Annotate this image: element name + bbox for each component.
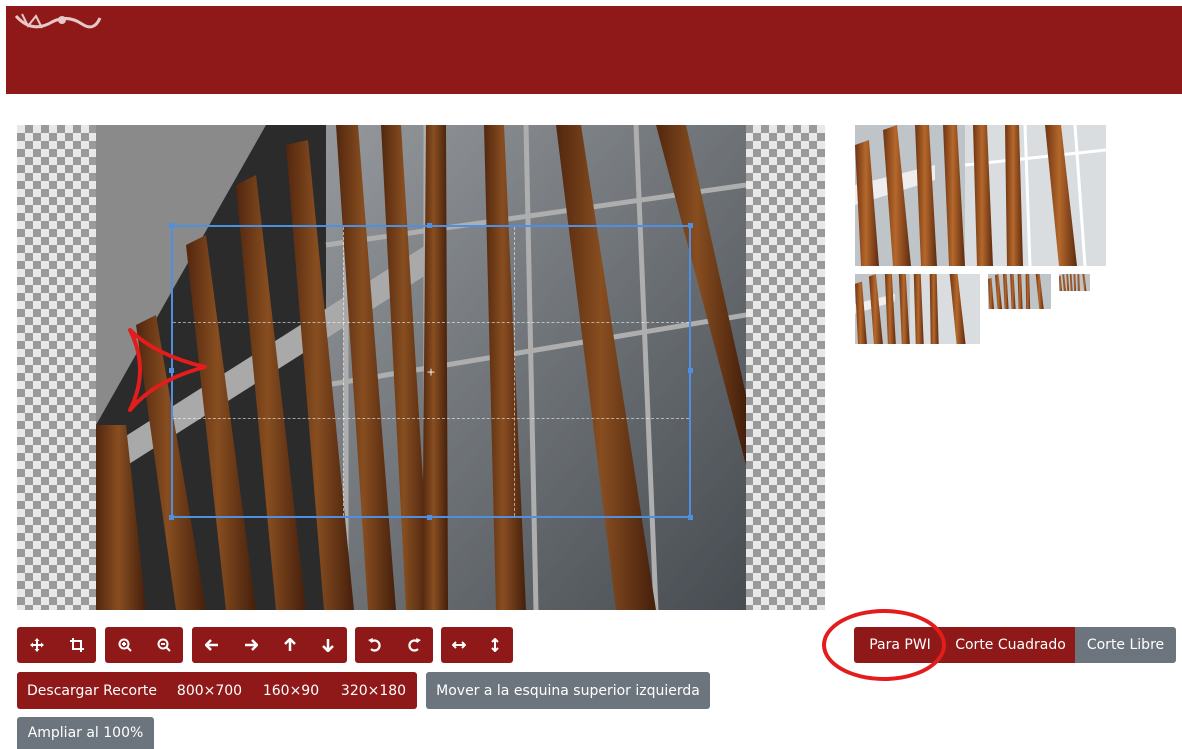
crop-handle-e[interactable] (688, 368, 693, 373)
annotation-circle-icon (822, 609, 946, 681)
crop-mode-button[interactable] (57, 627, 96, 663)
rotate-button-group (355, 627, 433, 663)
arrow-down-icon (322, 639, 334, 652)
aspect-free-button[interactable]: Corte Libre (1075, 627, 1176, 663)
crop-handle-se[interactable] (688, 515, 693, 520)
site-header (6, 6, 1182, 94)
crop-icon (69, 638, 84, 652)
zoom-out-button[interactable] (144, 627, 183, 663)
mode-button-group (17, 627, 96, 663)
preview-medium (855, 274, 980, 344)
move-down-button[interactable] (309, 627, 347, 663)
zoom-out-icon (157, 638, 171, 652)
crop-handle-nw[interactable] (169, 223, 174, 228)
zoom-100-button[interactable]: Ampliar al 100% (17, 717, 154, 749)
zoom-in-button[interactable] (105, 627, 144, 663)
move-icon (30, 638, 44, 652)
size-160x90-button[interactable]: 160×90 (252, 672, 330, 709)
rotate-left-button[interactable] (355, 627, 394, 663)
crop-handle-n[interactable] (427, 223, 432, 228)
flip-button-group (441, 627, 513, 663)
logo-icon (14, 13, 102, 29)
crop-handle-ne[interactable] (688, 223, 693, 228)
download-crop-button[interactable]: Descargar Recorte (17, 672, 167, 709)
annotation-arrow-icon (128, 328, 207, 412)
preview-small (988, 274, 1051, 309)
arrow-right-icon (244, 639, 258, 651)
aspect-square-button[interactable]: Corte Cuadrado (946, 627, 1075, 663)
rotate-left-icon (367, 638, 381, 652)
move-top-left-button[interactable]: Mover a la esquina superior izquierda (426, 672, 710, 709)
flip-horizontal-icon (452, 641, 466, 649)
crop-guide-line (173, 322, 689, 324)
size-320x180-button[interactable]: 320×180 (330, 672, 417, 709)
crop-selection-box[interactable]: + (169, 223, 693, 520)
arrow-up-icon (283, 638, 296, 651)
size-800x700-button[interactable]: 800×700 (167, 672, 252, 709)
zoom-button-group (105, 627, 183, 663)
preview-large (855, 125, 1106, 266)
move-button-group (192, 627, 347, 663)
crop-handle-s[interactable] (427, 515, 432, 520)
crop-guide-line (513, 227, 515, 516)
move-right-button[interactable] (231, 627, 270, 663)
preview-tiny (1059, 274, 1090, 291)
crop-guide-line (173, 417, 689, 419)
zoom-in-icon (118, 638, 132, 652)
download-button-group: Descargar Recorte 800×700 160×90 320×180 (17, 672, 417, 709)
crop-guide-line (343, 227, 345, 516)
move-left-button[interactable] (192, 627, 231, 663)
arrow-left-icon (204, 639, 218, 651)
move-mode-button[interactable] (17, 627, 57, 663)
crop-handle-sw[interactable] (169, 515, 174, 520)
rotate-right-icon (407, 638, 421, 652)
rotate-right-button[interactable] (394, 627, 433, 663)
flip-vertical-icon (491, 638, 499, 652)
move-up-button[interactable] (270, 627, 309, 663)
crop-center-icon: + (426, 365, 436, 378)
flip-horizontal-button[interactable] (441, 627, 477, 663)
flip-vertical-button[interactable] (477, 627, 513, 663)
